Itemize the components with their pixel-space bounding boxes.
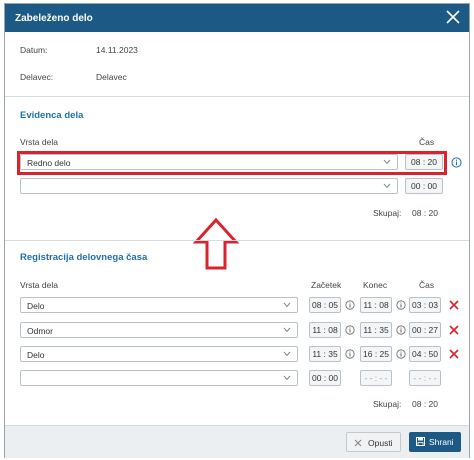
info-icon[interactable] — [345, 300, 355, 310]
registration-row-1-end[interactable]: 11 : 08 — [360, 297, 392, 313]
info-icon[interactable] — [345, 349, 355, 359]
registration-col-time: Čas — [419, 280, 435, 290]
registration-row-4-work-type[interactable] — [20, 370, 298, 386]
highlight-box — [17, 151, 447, 175]
evidence-total-value: 08 : 20 — [412, 208, 438, 218]
close-icon — [354, 439, 362, 447]
registration-section-title: Registracija delovnega časa — [20, 252, 148, 263]
info-icon[interactable] — [396, 300, 406, 310]
info-icon[interactable] — [451, 157, 462, 168]
work-entry-dialog: Zabeleženo delo Datum: 14.11.2023 Delave… — [4, 3, 470, 458]
worker-label: Delavec: — [20, 72, 54, 82]
registration-row-4-time: - - : - - — [409, 370, 441, 386]
delete-icon[interactable] — [449, 349, 459, 359]
registration-total-value: 08 : 20 — [412, 399, 438, 409]
registration-col-end: Konec — [363, 280, 388, 290]
save-icon — [416, 437, 425, 446]
registration-row-1-work-type-value: Delo — [27, 301, 45, 311]
registration-row-1-time: 03 : 03 — [409, 297, 441, 313]
registration-col-start: Začetek — [311, 280, 342, 290]
registration-row-3-time: 04 : 50 — [409, 346, 441, 362]
registration-row-1-work-type[interactable]: Delo — [20, 297, 298, 313]
registration-row-3-start[interactable]: 11 : 35 — [309, 346, 341, 362]
evidence-work-type-select-empty[interactable] — [20, 178, 398, 194]
dialog-titlebar: Zabeleženo delo — [5, 4, 469, 32]
header-divider — [5, 96, 469, 97]
evidence-col-time: Čas — [419, 137, 435, 147]
close-icon[interactable] — [445, 9, 461, 25]
save-button-label: Shrani — [429, 437, 454, 447]
info-icon[interactable] — [396, 349, 406, 359]
registration-row-2-end[interactable]: 11 : 35 — [360, 322, 392, 338]
dialog-footer: Opusti Shrani — [5, 425, 469, 458]
arrow-up-icon — [193, 217, 239, 270]
date-label: Datum: — [20, 45, 48, 55]
delete-icon[interactable] — [449, 300, 459, 310]
registration-row-4-end[interactable]: - - : - - — [360, 370, 392, 386]
evidence-time-field-empty[interactable]: 00 : 00 — [405, 178, 443, 194]
dialog-title: Zabeleženo delo — [15, 13, 93, 24]
cancel-button[interactable]: Opusti — [346, 432, 401, 452]
evidence-total-label: Skupaj: — [373, 208, 402, 218]
registration-row-2-start[interactable]: 11 : 08 — [309, 322, 341, 338]
chevron-down-icon — [283, 375, 291, 381]
save-button[interactable]: Shrani — [409, 432, 461, 452]
chevron-down-icon — [283, 302, 291, 308]
registration-row-3-end[interactable]: 16 : 25 — [360, 346, 392, 362]
registration-total-label: Skupaj: — [373, 399, 402, 409]
registration-row-2-time: 00 : 27 — [409, 322, 441, 338]
registration-row-2-work-type[interactable]: Odmor — [20, 322, 298, 338]
section-divider — [5, 240, 469, 241]
registration-col-work-type: Vrsta dela — [20, 280, 58, 290]
registration-row-1-start[interactable]: 08 : 05 — [309, 297, 341, 313]
registration-row-3-work-type-value: Delo — [27, 350, 45, 360]
info-icon[interactable] — [345, 325, 355, 335]
chevron-down-icon — [283, 327, 291, 333]
registration-row-4-start[interactable]: 00 : 00 — [309, 370, 341, 386]
cancel-button-label: Opusti — [368, 438, 393, 448]
chevron-down-icon — [283, 351, 291, 357]
worker-value: Delavec — [96, 72, 127, 82]
registration-row-3-work-type[interactable]: Delo — [20, 346, 298, 362]
date-value: 14.11.2023 — [96, 45, 138, 55]
evidence-section-title: Evidenca dela — [20, 110, 84, 121]
delete-icon[interactable] — [449, 325, 459, 335]
info-icon[interactable] — [396, 325, 406, 335]
registration-row-2-work-type-value: Odmor — [27, 326, 53, 336]
chevron-down-icon — [383, 183, 391, 189]
evidence-col-work-type: Vrsta dela — [20, 137, 58, 147]
